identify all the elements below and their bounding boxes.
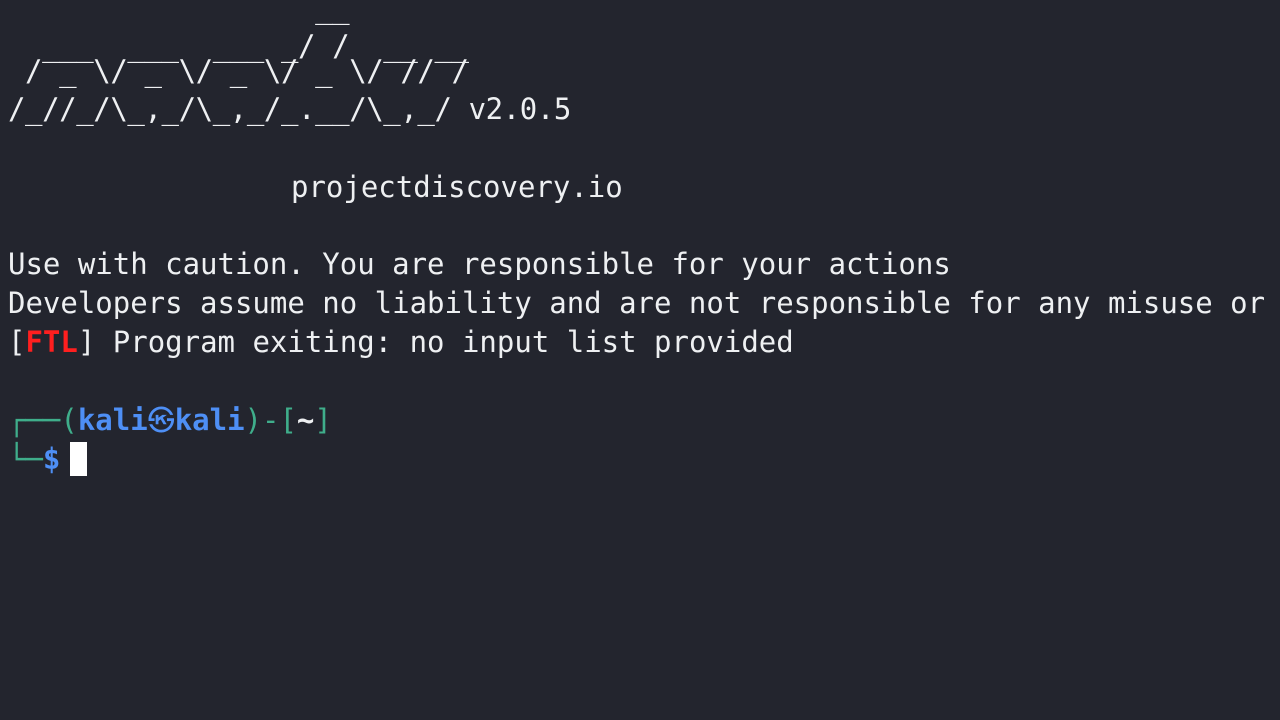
error-open-bracket: [	[8, 325, 26, 359]
terminal-window[interactable]: __ ___ ___ ___ _/ / __ __ / _ \/ _ \/ _ …	[0, 0, 1280, 720]
prompt-input-line[interactable]: └─$	[8, 440, 88, 479]
prompt-end: ]	[314, 403, 332, 437]
prompt-user: kali	[77, 403, 148, 437]
banner-line-3: / _ \/ _ \/ _ \/ _ \/ // /	[8, 54, 469, 88]
prompt-header: ┌──(kali㉿kali)-[~]	[8, 401, 332, 441]
text-cursor[interactable]	[70, 442, 88, 476]
error-close-bracket: ]	[77, 325, 96, 359]
liability-message: Developers assume no liability and are n…	[8, 286, 1266, 320]
at-icon: ㉿	[147, 406, 175, 437]
error-level-badge: FTL	[25, 325, 78, 359]
prompt-cwd: ~	[296, 403, 315, 437]
site-label: projectdiscovery.io	[291, 170, 623, 204]
prompt-top-corner: ┌──(	[8, 403, 78, 437]
prompt-mid: )-[	[244, 403, 297, 437]
banner-art: /_//_/\_,_/\_,_/_.__/\_,_/	[8, 92, 452, 126]
banner-line-4: /_//_/\_,_/\_,_/_.__/\_,_/ v2.0.5	[8, 90, 571, 129]
error-message: [FTL] Program exiting: no input list pro…	[8, 323, 794, 362]
banner-line-1: __	[8, 0, 350, 25]
prompt-symbol: $	[42, 442, 61, 476]
caution-message: Use with caution. You are responsible fo…	[8, 247, 951, 281]
version-label: v2.0.5	[468, 92, 572, 126]
prompt-host: kali	[174, 403, 245, 437]
prompt-bottom-corner: └─	[8, 442, 43, 476]
error-text: Program exiting: no input list provided	[95, 325, 794, 359]
